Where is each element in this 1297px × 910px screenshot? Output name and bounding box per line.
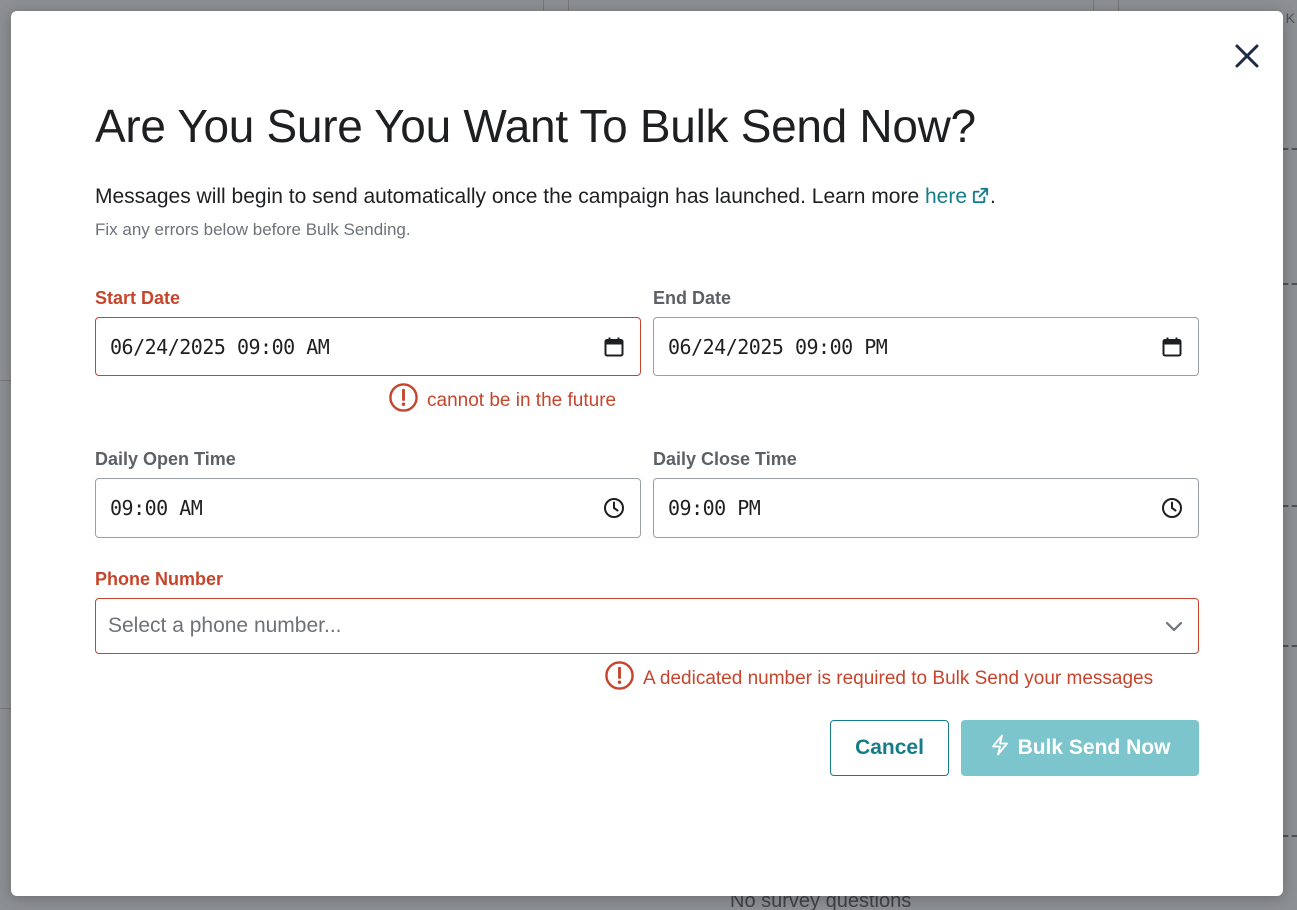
learn-more-link[interactable]: here xyxy=(925,185,990,208)
description-end: . xyxy=(990,185,996,208)
daily-open-time-label: Daily Open Time xyxy=(95,449,236,469)
cancel-button-label: Cancel xyxy=(855,736,924,759)
end-date-label: End Date xyxy=(653,288,732,308)
start-date-error-text: cannot be in the future xyxy=(427,389,617,411)
close-button[interactable] xyxy=(1232,43,1262,73)
calendar-icon[interactable] xyxy=(1160,335,1184,359)
clock-icon[interactable] xyxy=(1160,496,1184,520)
calendar-icon[interactable] xyxy=(602,335,626,359)
phone-number-placeholder: Select a phone number... xyxy=(108,614,342,637)
daily-open-time-value: 09:00 AM xyxy=(110,496,203,520)
close-icon xyxy=(1234,43,1260,74)
daily-close-time-label: Daily Close Time xyxy=(653,449,797,469)
external-link-icon xyxy=(971,186,990,211)
dialog-hint: Fix any errors below before Bulk Sending… xyxy=(95,220,411,239)
daily-open-time-input[interactable]: 09:00 AM xyxy=(95,478,641,538)
end-date-input[interactable]: 06/24/2025 09:00 PM xyxy=(653,317,1199,376)
bulk-send-now-button[interactable]: Bulk Send Now xyxy=(961,720,1199,776)
phone-number-error-text: A dedicated number is required to Bulk S… xyxy=(643,667,1154,689)
phone-number-label: Phone Number xyxy=(95,569,224,589)
chevron-down-icon xyxy=(1162,614,1186,638)
error-icon xyxy=(388,382,419,419)
start-date-input[interactable]: 06/24/2025 09:00 AM xyxy=(95,317,641,376)
dialog-title: Are You Sure You Want To Bulk Send Now? xyxy=(95,100,976,152)
daily-close-time-input[interactable]: 09:00 PM xyxy=(653,478,1199,538)
description-text: Messages will begin to send automaticall… xyxy=(95,185,925,208)
start-date-value: 06/24/2025 09:00 AM xyxy=(110,334,330,359)
daily-close-time-value: 09:00 PM xyxy=(668,496,761,520)
start-date-error: cannot be in the future xyxy=(388,382,616,419)
error-icon xyxy=(604,660,635,697)
dialog-description: Messages will begin to send automaticall… xyxy=(95,185,996,211)
lightning-icon xyxy=(990,734,1010,762)
clock-icon[interactable] xyxy=(602,496,626,520)
cancel-button[interactable]: Cancel xyxy=(830,720,949,776)
phone-number-select[interactable]: Select a phone number... xyxy=(95,598,1199,654)
phone-number-error: A dedicated number is required to Bulk S… xyxy=(604,660,1153,697)
start-date-label: Start Date xyxy=(95,288,181,308)
bulk-send-dialog: Are You Sure You Want To Bulk Send Now? … xyxy=(11,11,1283,896)
end-date-value: 06/24/2025 09:00 PM xyxy=(668,334,888,359)
bulk-send-now-label: Bulk Send Now xyxy=(1017,736,1171,759)
learn-more-link-label: here xyxy=(924,185,968,208)
